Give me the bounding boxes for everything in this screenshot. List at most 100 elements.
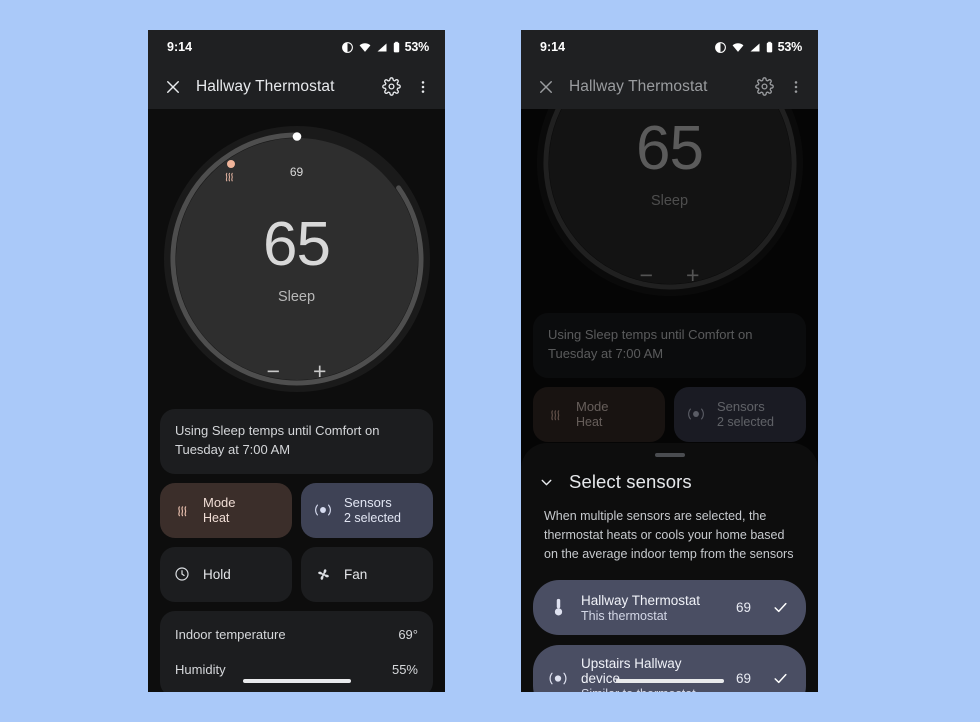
tile-sensors-subtitle: 2 selected bbox=[344, 511, 401, 526]
sensor-target-icon bbox=[686, 407, 706, 421]
dial-controls: − + bbox=[534, 264, 806, 287]
app-bar: Hallway Thermostat bbox=[521, 64, 818, 109]
tile-mode-subtitle: Heat bbox=[576, 415, 603, 430]
chevron-down-icon[interactable] bbox=[538, 474, 555, 491]
thermostat-dial-area: 65 Sleep − + bbox=[521, 109, 818, 313]
tile-fan-text: Fan bbox=[344, 567, 367, 582]
sheet-description: When multiple sensors are selected, the … bbox=[544, 509, 794, 561]
app-bar: Hallway Thermostat bbox=[148, 64, 445, 109]
sheet-title: Select sensors bbox=[569, 471, 692, 492]
brightness-contrast-icon bbox=[714, 41, 727, 54]
wifi-icon bbox=[731, 41, 745, 54]
sensor-subtitle: This thermostat bbox=[581, 608, 668, 623]
schedule-note-card[interactable]: Using Sleep temps until Comfort on Tuesd… bbox=[160, 409, 433, 474]
tile-sensors-title: Sensors bbox=[344, 495, 392, 511]
tile-sensors-text: Sensors 2 selected bbox=[344, 495, 401, 525]
screen-scroll-left[interactable]: 69 65 Sleep − + Using Sleep temps until … bbox=[148, 109, 445, 692]
home-indicator bbox=[615, 679, 724, 683]
thermometer-icon bbox=[547, 598, 569, 617]
wifi-icon bbox=[358, 41, 372, 54]
gear-icon[interactable] bbox=[755, 77, 774, 96]
dial-controls: − + bbox=[161, 360, 433, 383]
sensor-row-hallway-thermostat[interactable]: Hallway Thermostat This thermostat 69 bbox=[533, 580, 806, 636]
tile-fan[interactable]: Fan bbox=[301, 546, 433, 602]
tile-fan-title: Fan bbox=[344, 566, 368, 582]
increase-temp-button[interactable]: + bbox=[686, 264, 699, 287]
close-icon[interactable] bbox=[164, 78, 182, 96]
thermostat-dial[interactable]: 65 Sleep − + bbox=[534, 109, 806, 299]
tile-mode-title: Mode bbox=[203, 495, 236, 511]
tile-mode-text: Mode Heat bbox=[576, 399, 609, 429]
stat-label: Humidity bbox=[175, 661, 226, 677]
status-bar: 9:14 53% bbox=[521, 30, 818, 64]
brightness-contrast-icon bbox=[341, 41, 354, 54]
page-title: Hallway Thermostat bbox=[196, 77, 335, 95]
status-time: 9:14 bbox=[540, 40, 566, 54]
sensor-subtitle: Similar to thermostat bbox=[581, 687, 724, 692]
phone-left: 9:14 53% Hallway Thermostat 69 65 Sleep … bbox=[148, 30, 445, 692]
heat-waves-icon bbox=[545, 406, 565, 422]
stat-row-indoor-temperature: Indoor temperature 69° bbox=[175, 617, 418, 652]
close-icon[interactable] bbox=[537, 78, 555, 96]
tile-mode-text: Mode Heat bbox=[203, 495, 236, 525]
tile-row-mode-sensors: Mode Heat Sensors 2 selected bbox=[533, 386, 806, 442]
battery-percent: 53% bbox=[777, 40, 803, 54]
decrease-temp-button[interactable]: − bbox=[267, 360, 280, 383]
dial-ring[interactable] bbox=[161, 123, 433, 395]
tile-row-mode-sensors: Mode Heat Sensors 2 selected bbox=[160, 482, 433, 538]
check-icon bbox=[772, 599, 789, 616]
thermostat-dial[interactable]: 69 65 Sleep − + bbox=[161, 123, 433, 395]
status-icons: 53% bbox=[714, 40, 802, 54]
heat-waves-icon bbox=[172, 502, 192, 518]
tile-mode[interactable]: Mode Heat bbox=[160, 482, 292, 538]
stat-value: 55% bbox=[391, 661, 418, 677]
sensor-text: Hallway Thermostat This thermostat bbox=[581, 593, 724, 623]
home-indicator bbox=[242, 679, 351, 683]
sensor-target-icon bbox=[313, 503, 333, 517]
setpoint-temp-label: 69 bbox=[289, 165, 304, 179]
sensor-name: Hallway Thermostat bbox=[581, 592, 701, 608]
setpoint-dot bbox=[292, 132, 301, 141]
sensor-temp: 69 bbox=[735, 671, 751, 687]
schedule-note-card[interactable]: Using Sleep temps until Comfort on Tuesd… bbox=[533, 313, 806, 378]
clock-icon bbox=[172, 566, 192, 582]
schedule-note-text: Using Sleep temps until Comfort on Tuesd… bbox=[175, 423, 380, 457]
increase-temp-button[interactable]: + bbox=[313, 360, 326, 383]
tile-sensors[interactable]: Sensors 2 selected bbox=[674, 386, 806, 442]
schedule-note-text: Using Sleep temps until Comfort on Tuesd… bbox=[548, 327, 753, 361]
thermostat-dial-area: 69 65 Sleep − + bbox=[148, 109, 445, 409]
screen-scroll-right[interactable]: 65 Sleep − + Using Sleep temps until Com… bbox=[521, 109, 818, 692]
sensor-row-upstairs-hallway-device[interactable]: Upstairs Hallway device Similar to therm… bbox=[533, 645, 806, 692]
tile-hold-text: Hold bbox=[203, 567, 231, 582]
signal-icon bbox=[749, 41, 761, 54]
tile-mode[interactable]: Mode Heat bbox=[533, 386, 665, 442]
sensor-list: Hallway Thermostat This thermostat 69 Up… bbox=[521, 563, 818, 692]
status-bar: 9:14 53% bbox=[148, 30, 445, 64]
stat-value: 69° bbox=[398, 626, 418, 642]
tile-sensors-subtitle: 2 selected bbox=[717, 415, 774, 430]
tile-hold-title: Hold bbox=[203, 566, 231, 582]
gear-icon[interactable] bbox=[382, 77, 401, 96]
battery-icon bbox=[392, 41, 401, 54]
check-icon bbox=[772, 670, 789, 687]
screenshot-stage: 9:14 53% Hallway Thermostat 69 65 Sleep … bbox=[0, 0, 980, 722]
sheet-header: Select sensors bbox=[521, 457, 818, 493]
more-vert-icon[interactable] bbox=[415, 78, 431, 96]
battery-percent: 53% bbox=[404, 40, 430, 54]
sensor-target-icon bbox=[547, 671, 569, 686]
tile-sensors[interactable]: Sensors 2 selected bbox=[301, 482, 433, 538]
page-title: Hallway Thermostat bbox=[569, 77, 708, 95]
tile-mode-subtitle: Heat bbox=[203, 511, 230, 526]
decrease-temp-button[interactable]: − bbox=[640, 264, 653, 287]
more-vert-icon[interactable] bbox=[788, 78, 804, 96]
phone-right: 9:14 53% Hallway Thermostat 65 Sleep − +… bbox=[521, 30, 818, 692]
sensor-text: Upstairs Hallway device Similar to therm… bbox=[581, 656, 724, 692]
tile-row-hold-fan: Hold Fan bbox=[160, 546, 433, 602]
select-sensors-sheet: Select sensors When multiple sensors are… bbox=[521, 443, 818, 692]
sensor-temp: 69 bbox=[735, 600, 751, 616]
signal-icon bbox=[376, 41, 388, 54]
cards-container: Using Sleep temps until Comfort on Tuesd… bbox=[148, 409, 445, 692]
tile-sensors-title: Sensors bbox=[717, 399, 765, 415]
battery-icon bbox=[765, 41, 774, 54]
tile-hold[interactable]: Hold bbox=[160, 546, 292, 602]
